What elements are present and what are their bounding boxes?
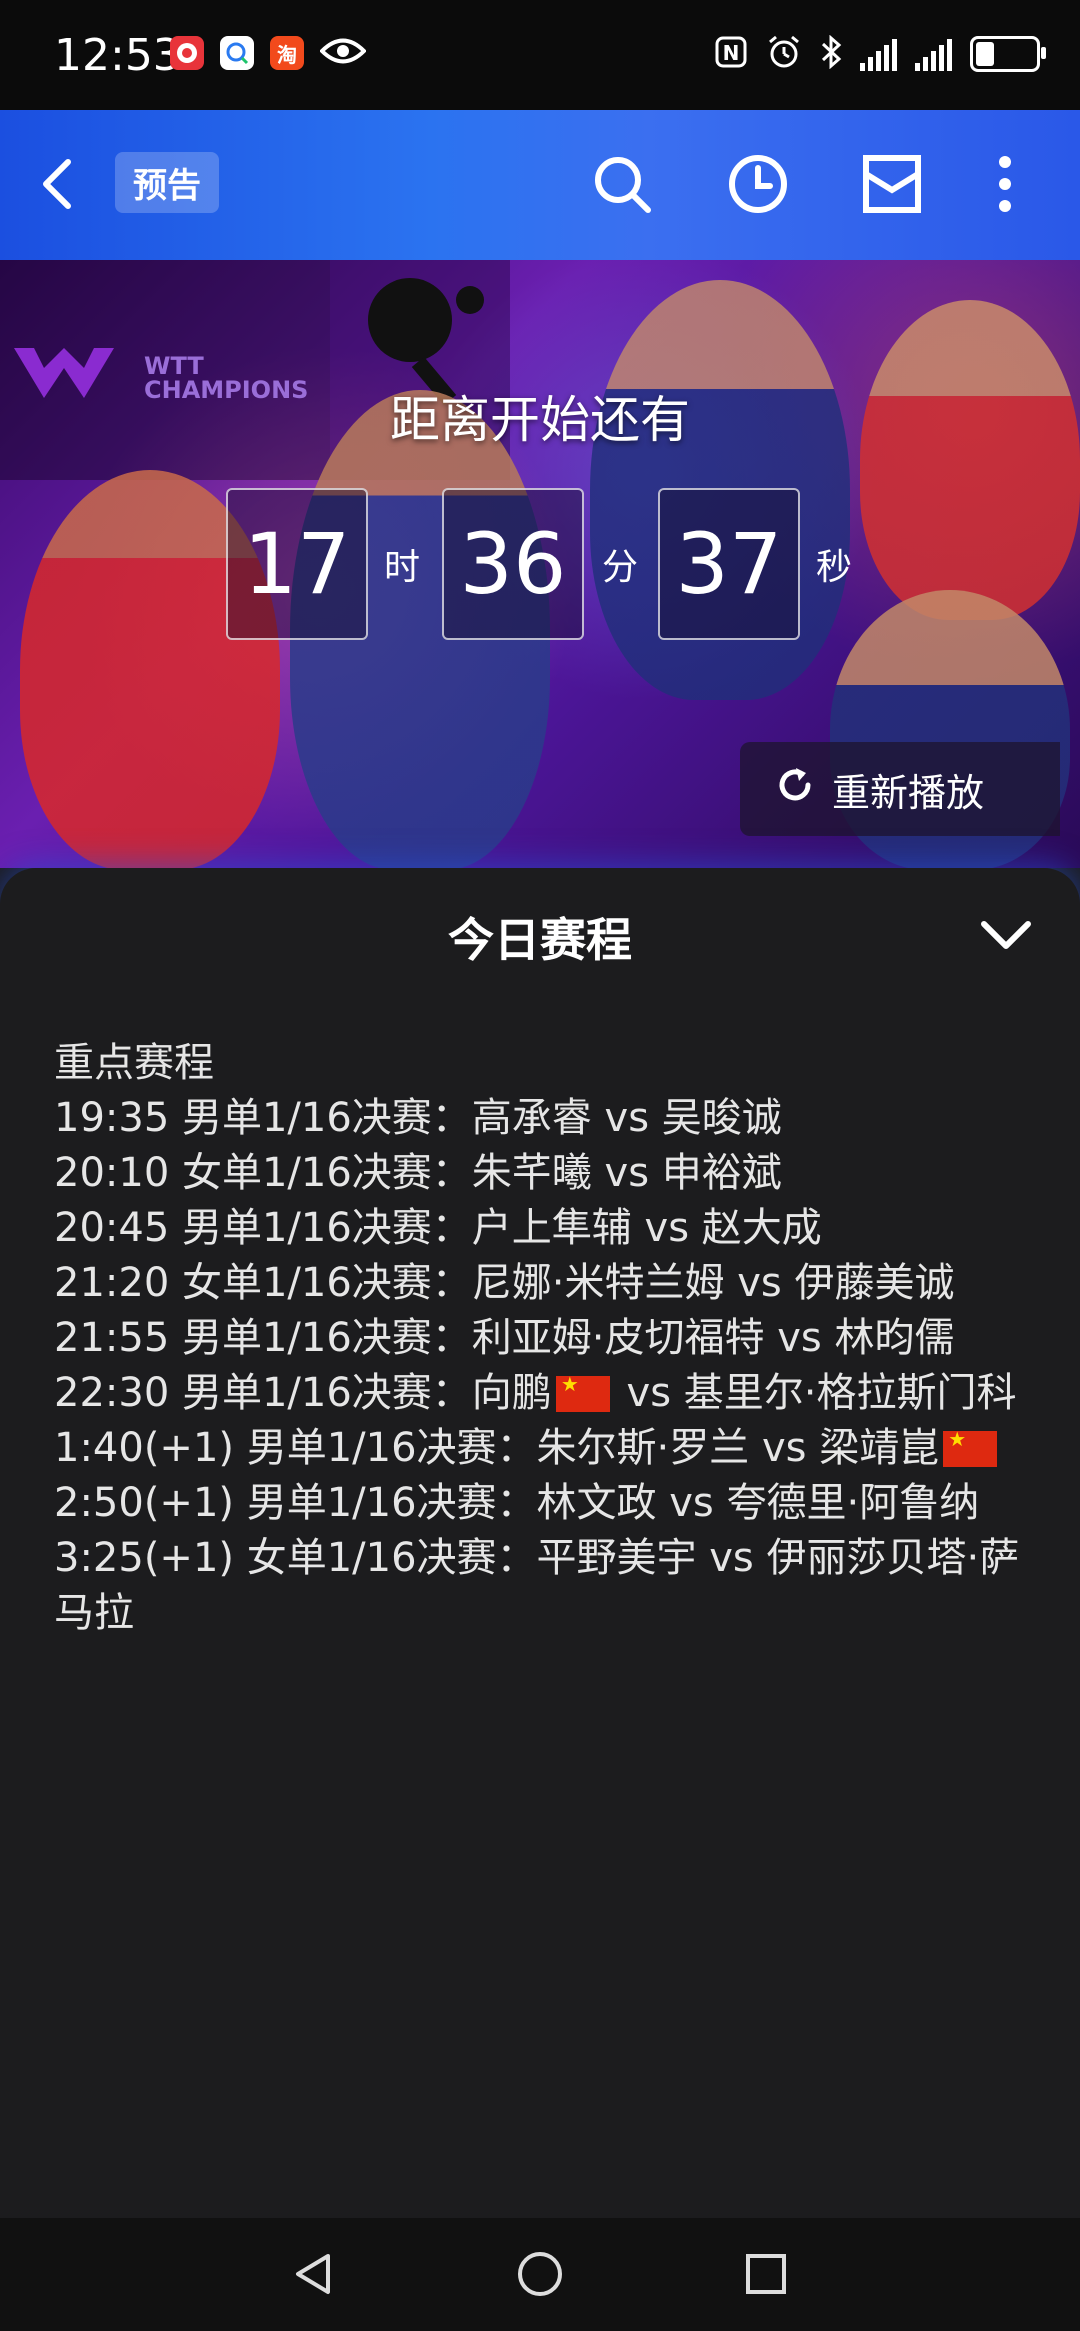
top-nav-bar: 预告 — [0, 110, 1080, 260]
schedule-heading: 重点赛程 — [54, 1040, 214, 1086]
countdown-hours: 17 — [226, 488, 368, 640]
schedule-item: 2:50(+1) 男单1/16决赛：林文政 vs 夸德里·阿鲁纳 — [54, 1476, 1034, 1531]
preview-tag: 预告 — [115, 152, 219, 213]
eye-icon — [319, 36, 367, 70]
search-app-icon — [220, 36, 254, 70]
home-circle-icon[interactable] — [516, 2250, 564, 2298]
video-player[interactable]: WTT CHAMPIONS 距离开始还有 17 时 36 分 37 秒 重新播放 — [0, 260, 1080, 868]
status-right-icons: N — [714, 34, 1046, 74]
schedule-item: 21:55 男单1/16决赛：利亚姆·皮切福特 vs 林昀儒 — [54, 1311, 1034, 1366]
schedule-item-text: 21:55 男单1/16决赛：利亚姆·皮切福特 vs 林昀儒 — [54, 1315, 955, 1361]
replay-icon — [774, 764, 816, 815]
schedule-item-text: 21:20 女单1/16决赛：尼娜·米特兰姆 vs 伊藤美诚 — [54, 1260, 955, 1306]
schedule-item: 20:45 男单1/16决赛：户上隼辅 vs 赵大成 — [54, 1201, 1034, 1256]
schedule-text: 重点赛程 19:35 男单1/16决赛：高承睿 vs 吴晙诚 20:10 女单1/… — [54, 1036, 1034, 1641]
schedule-item: 19:35 男单1/16决赛：高承睿 vs 吴晙诚 — [54, 1091, 1034, 1146]
schedule-item-text: 19:35 男单1/16决赛：高承睿 vs 吴晙诚 — [54, 1095, 782, 1141]
status-bar: 12:53 淘 N — [0, 0, 1080, 110]
signal-icon — [915, 37, 952, 71]
svg-text:N: N — [723, 41, 740, 65]
status-app-icons: 淘 — [170, 36, 367, 70]
more-icon[interactable] — [980, 152, 1030, 216]
player-image — [860, 300, 1080, 620]
chevron-down-icon[interactable] — [978, 916, 1034, 956]
history-icon[interactable] — [726, 152, 790, 216]
taobao-app-icon: 淘 — [270, 36, 304, 70]
schedule-sheet: 今日赛程 重点赛程 19:35 男单1/16决赛：高承睿 vs 吴晙诚 20:10… — [0, 868, 1080, 2218]
schedule-item-text: 1:40(+1) 男单1/16决赛：朱尔斯·罗兰 vs 梁靖崑 — [54, 1425, 940, 1471]
system-nav-bar — [0, 2218, 1080, 2331]
countdown-title: 距离开始还有 — [390, 391, 690, 449]
lucky-app-icon — [170, 36, 204, 70]
back-icon[interactable] — [30, 154, 90, 214]
bluetooth-icon — [820, 34, 842, 73]
countdown-minutes: 36 — [442, 488, 584, 640]
schedule-item-text: 20:45 男单1/16决赛：户上隼辅 vs 赵大成 — [54, 1205, 822, 1251]
schedule-item: 22:30 男单1/16决赛：向鹏 vs 基里尔·格拉斯门科 — [54, 1366, 1034, 1421]
schedule-item: 1:40(+1) 男单1/16决赛：朱尔斯·罗兰 vs 梁靖崑 — [54, 1421, 1034, 1476]
replay-button[interactable]: 重新播放 — [740, 742, 1060, 836]
china-flag-icon — [943, 1427, 998, 1467]
schedule-item-text: 20:10 女单1/16决赛：朱芊曦 vs 申裕斌 — [54, 1150, 782, 1196]
countdown-minutes-unit: 分 — [602, 547, 639, 588]
countdown-seconds: 37 — [658, 488, 800, 640]
schedule-item-text: 3:25(+1) 女单1/16决赛：平野美宇 vs 伊丽莎贝塔·萨马拉 — [54, 1535, 1020, 1636]
countdown-seconds-unit: 秒 — [816, 547, 853, 588]
schedule-item-text: 2:50(+1) 男单1/16决赛：林文政 vs 夸德里·阿鲁纳 — [54, 1480, 980, 1526]
inbox-icon[interactable] — [860, 152, 924, 216]
schedule-item: 20:10 女单1/16决赛：朱芊曦 vs 申裕斌 — [54, 1146, 1034, 1201]
countdown-hours-unit: 时 — [384, 547, 421, 588]
sheet-title: 今日赛程 — [448, 913, 632, 967]
schedule-item: 21:20 女单1/16决赛：尼娜·米特兰姆 vs 伊藤美诚 — [54, 1256, 1034, 1311]
schedule-item: 3:25(+1) 女单1/16决赛：平野美宇 vs 伊丽莎贝塔·萨马拉 — [54, 1531, 1034, 1641]
replay-label: 重新播放 — [832, 770, 985, 815]
battery-icon — [970, 36, 1046, 72]
recents-square-icon[interactable] — [742, 2250, 790, 2298]
schedule-item-text: 22:30 男单1/16决赛：向鹏 — [54, 1370, 552, 1416]
alarm-icon — [766, 34, 802, 74]
back-triangle-icon[interactable] — [290, 2250, 338, 2298]
status-time: 12:53 — [54, 30, 181, 81]
schedule-item-text: vs 基里尔·格拉斯门科 — [613, 1370, 1017, 1416]
nfc-icon: N — [714, 35, 748, 73]
search-icon[interactable] — [590, 152, 654, 216]
china-flag-icon — [555, 1372, 610, 1412]
signal-icon — [860, 37, 897, 71]
